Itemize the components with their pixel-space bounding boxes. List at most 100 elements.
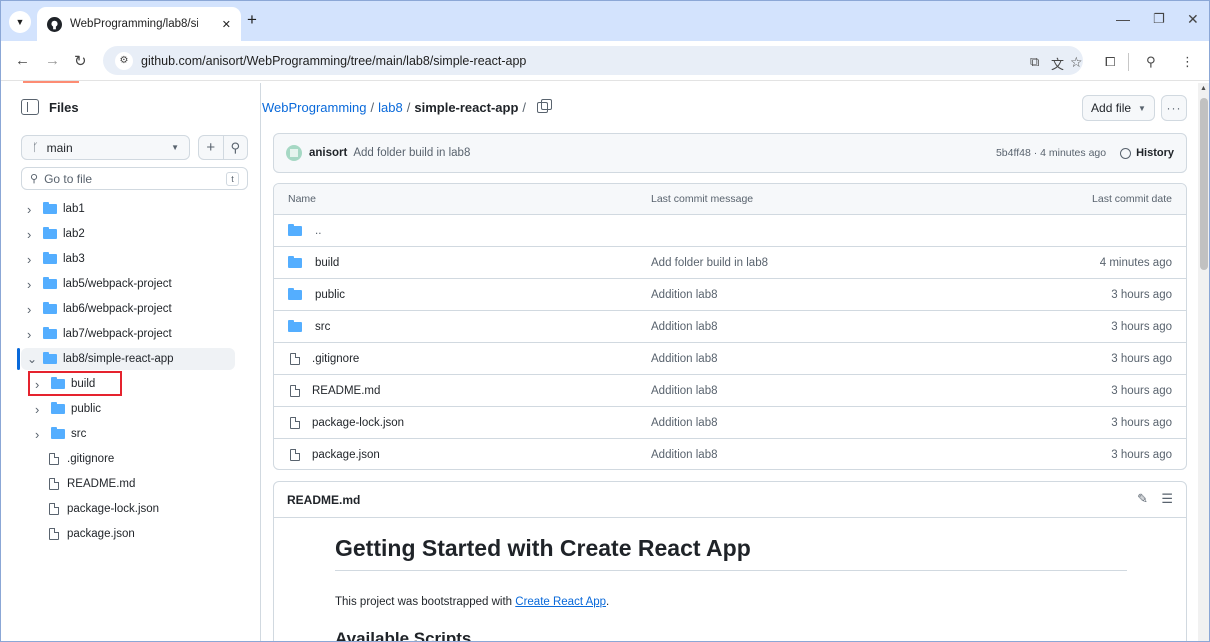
install-app-icon[interactable]: ⧉ [1030, 54, 1039, 70]
close-icon[interactable]: ✕ [1187, 11, 1199, 28]
commit-message-link[interactable]: Addition lab8 [651, 439, 718, 469]
bookmark-star-icon[interactable]: ☆ [1070, 54, 1083, 71]
copy-path-icon[interactable] [537, 99, 553, 113]
translate-icon[interactable]: 文 [1051, 54, 1064, 73]
table-row[interactable]: src Addition lab8 3 hours ago [274, 311, 1186, 343]
readme-subheading: Available Scripts [335, 629, 472, 642]
readme-title[interactable]: README.md [287, 493, 360, 507]
history-button[interactable]: History [1120, 147, 1174, 159]
tree-item[interactable]: › lab1 [27, 198, 85, 220]
go-to-file-input[interactable] [44, 171, 226, 186]
reload-icon[interactable]: ↻ [74, 52, 87, 70]
breadcrumb-separator: / [370, 100, 375, 115]
commit-message-link[interactable]: Addition lab8 [651, 343, 718, 374]
chevron-right-icon[interactable]: › [35, 402, 45, 417]
chevron-right-icon[interactable]: › [35, 427, 45, 442]
table-row[interactable]: package-lock.json Addition lab8 3 hours ag… [274, 407, 1186, 439]
tree-item[interactable]: › lab6/webpack-project [27, 298, 172, 320]
active-tab[interactable]: WebProgramming/lab8/simple ✕ [37, 7, 241, 41]
readme-header: README.md ✎ ☰ [274, 482, 1186, 518]
tree-item[interactable]: package-lock.json [35, 498, 159, 520]
commit-message-link[interactable]: Addition lab8 [651, 279, 718, 310]
file-name-link[interactable]: README.md [312, 385, 380, 397]
commit-message-link[interactable]: Addition lab8 [651, 375, 718, 406]
file-name-link[interactable]: package.json [312, 449, 380, 461]
site-settings-icon[interactable]: ⚙ [115, 51, 133, 70]
chevron-right-icon[interactable]: › [27, 202, 37, 217]
address-bar[interactable]: ⚙ github.com/anisort/WebProgramming/tree… [103, 46, 1083, 75]
files-header: Files [21, 99, 79, 115]
tree-item[interactable]: package.json [35, 523, 135, 545]
minimize-icon[interactable]: — [1116, 11, 1130, 27]
avatar[interactable] [286, 145, 302, 161]
menu-icon[interactable]: ⋮ [1181, 54, 1194, 70]
create-react-app-link[interactable]: Create React App [515, 596, 606, 608]
intro-text: This project was bootstrapped with [335, 596, 516, 608]
commit-date: 3 hours ago [1111, 384, 1172, 397]
commit-date: 3 hours ago [1111, 320, 1172, 333]
tree-item[interactable]: .gitignore [35, 448, 114, 470]
file-name-link[interactable]: package-lock.json [312, 417, 404, 429]
commit-meta[interactable]: 5b4ff48 · 4 minutes ago [996, 147, 1106, 159]
file-name-link[interactable]: src [315, 321, 330, 333]
commit-message-link[interactable]: Addition lab8 [651, 311, 718, 342]
folder-icon [51, 402, 65, 414]
outline-icon[interactable]: ☰ [1161, 491, 1173, 507]
scrollbar-thumb[interactable] [1200, 98, 1208, 270]
chevron-right-icon[interactable]: › [27, 302, 37, 317]
url-text[interactable]: github.com/anisort/WebProgramming/tree/m… [141, 54, 526, 68]
branch-selector[interactable]: ᚴ main ▼ [21, 135, 190, 160]
go-to-file-field[interactable]: ⚲ t [21, 167, 248, 190]
breadcrumb-repo-link[interactable]: WebProgramming [262, 100, 367, 115]
profile-icon[interactable]: ⚲ [1146, 54, 1156, 70]
file-name-link[interactable]: build [315, 257, 339, 269]
file-icon [290, 416, 300, 429]
tab-list-icon[interactable]: ▼ [9, 11, 31, 33]
add-file-button[interactable]: + [199, 136, 224, 159]
search-icon[interactable]: ⚲ [224, 136, 248, 159]
chevron-right-icon[interactable]: › [27, 252, 37, 267]
commit-message[interactable]: Add folder build in lab8 [353, 147, 470, 159]
latest-commit-bar: anisort Add folder build in lab8 5b4ff48… [273, 133, 1187, 173]
collapse-panel-icon[interactable] [21, 99, 39, 115]
chevron-right-icon[interactable]: › [27, 327, 37, 342]
file-name-link[interactable]: public [315, 289, 345, 301]
edit-pencil-icon[interactable]: ✎ [1137, 491, 1148, 507]
scroll-up-arrow-icon[interactable]: ▲ [1200, 85, 1207, 92]
table-row[interactable]: public Addition lab8 3 hours ago [274, 279, 1186, 311]
tree-item[interactable]: › public [35, 398, 101, 420]
file-tree-sidebar: Files ᚴ main ▼ + ⚲ ⚲ t › lab1 › lab2 › lab3 › l… [1, 83, 261, 641]
tree-item[interactable]: › lab2 [27, 223, 85, 245]
tree-item[interactable]: › src [35, 423, 86, 445]
add-file-dropdown[interactable]: Add file ▼ [1082, 95, 1155, 121]
readme-heading: Getting Started with Create React App [335, 535, 1127, 571]
file-name-link[interactable]: .gitignore [312, 353, 359, 365]
more-options-button[interactable]: ··· [1161, 95, 1187, 121]
tab-close-icon[interactable]: ✕ [222, 18, 231, 31]
extensions-icon[interactable]: ⧠ [1105, 54, 1115, 70]
parent-directory-row[interactable]: .. [274, 215, 1186, 247]
forward-icon[interactable]: → [45, 52, 60, 69]
breadcrumb: WebProgramming / lab8 / simple-react-app… [262, 99, 553, 115]
tree-item[interactable]: › lab7/webpack-project [27, 323, 172, 345]
name-cell: build [288, 247, 339, 278]
restore-icon[interactable]: ❐ [1153, 11, 1165, 27]
chevron-right-icon[interactable]: › [27, 227, 37, 242]
commit-message-link[interactable]: Add folder build in lab8 [651, 247, 768, 278]
tree-item-label: src [71, 428, 87, 440]
tree-item[interactable]: › lab3 [27, 248, 85, 270]
chevron-down-icon[interactable]: ⌄ [27, 352, 37, 366]
table-row[interactable]: build Add folder build in lab8 4 minutes a… [274, 247, 1186, 279]
commit-message-link[interactable]: Addition lab8 [651, 407, 718, 438]
tree-item[interactable]: README.md [35, 473, 135, 495]
back-icon[interactable]: ← [15, 52, 30, 69]
table-row[interactable]: README.md Addition lab8 3 hours ago [274, 375, 1186, 407]
table-row[interactable]: .gitignore Addition lab8 3 hours ago [274, 343, 1186, 375]
tree-item[interactable]: ⌄ lab8/simple-react-app [27, 348, 174, 370]
tree-item[interactable]: › lab5/webpack-project [27, 273, 172, 295]
chevron-right-icon[interactable]: › [27, 277, 37, 292]
commit-author[interactable]: anisort [309, 147, 347, 159]
new-tab-button[interactable]: + [247, 10, 257, 30]
table-row[interactable]: package.json Addition lab8 3 hours ago [274, 439, 1186, 469]
breadcrumb-folder-link[interactable]: lab8 [378, 100, 403, 115]
